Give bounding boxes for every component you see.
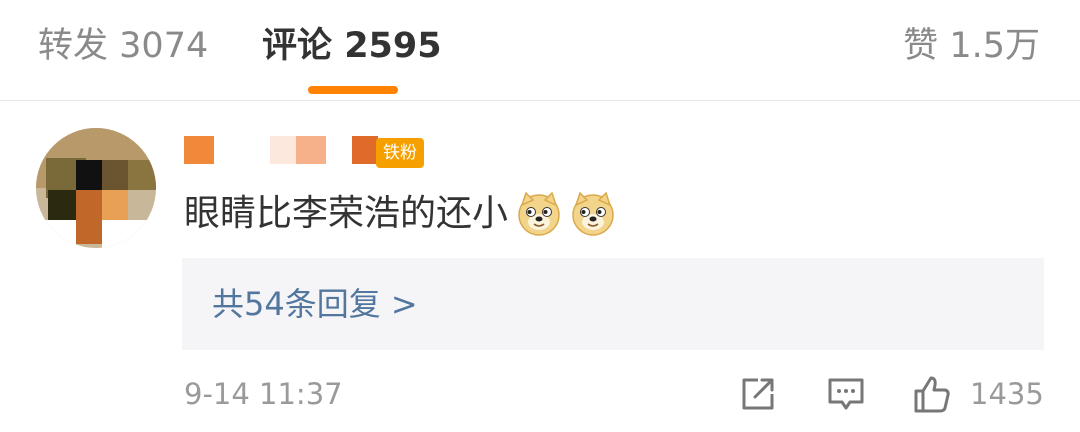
doge-emoji-icon (572, 191, 614, 236)
like-count: 1435 (970, 377, 1044, 411)
tab-comments[interactable]: 评论 2595 (262, 22, 442, 70)
tab-reposts-label: 转发 (38, 26, 109, 66)
comment-text: 眼睛比李荣浩的还小 (184, 193, 509, 234)
view-replies-link[interactable]: 共54条回复 > (212, 280, 418, 328)
fan-badge: 铁粉 (376, 138, 424, 168)
doge-emoji-icon (518, 191, 560, 236)
tab-comments-count: 2595 (344, 26, 442, 66)
comment-tabs: 转发 3074 评论 2595 赞 1.5万 (0, 0, 1080, 100)
share-icon[interactable] (738, 374, 778, 414)
tab-divider (0, 100, 1080, 101)
avatar[interactable] (36, 128, 156, 248)
username-obscured[interactable] (184, 134, 384, 166)
reply-comment-icon[interactable] (826, 374, 866, 414)
tab-likes-count: 1.5万 (949, 26, 1040, 66)
tab-comments-label: 评论 (262, 26, 333, 66)
comment-timestamp: 9-14 11:37 (184, 377, 343, 411)
tab-reposts[interactable]: 转发 3074 (38, 22, 208, 70)
replies-box[interactable]: 共54条回复 > (182, 258, 1044, 350)
like-thumb-icon[interactable] (912, 374, 952, 414)
active-tab-indicator (308, 86, 398, 94)
tab-likes-label: 赞 (903, 26, 939, 66)
tab-likes[interactable]: 赞 1.5万 (903, 22, 1040, 70)
tab-reposts-count: 3074 (119, 26, 209, 66)
comment-body: 眼睛比李荣浩的还小 (184, 188, 616, 240)
